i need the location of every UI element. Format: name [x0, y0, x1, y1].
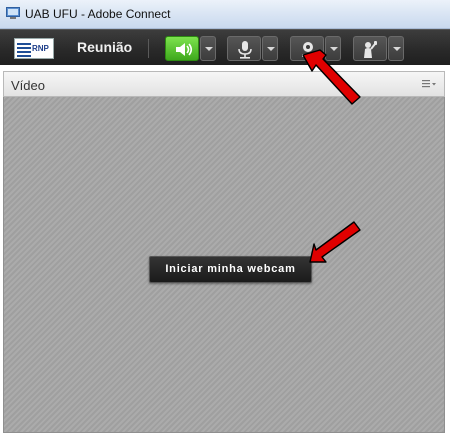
pod-options-icon[interactable] [420, 77, 438, 91]
video-pod-header: Vídeo [3, 71, 445, 97]
chevron-down-icon [393, 47, 401, 51]
toolbar-separator [148, 39, 149, 58]
start-webcam-button[interactable]: Iniciar minha webcam [149, 256, 312, 283]
speaker-button[interactable] [165, 36, 199, 61]
speaker-options-dropdown[interactable] [200, 36, 216, 61]
app-window: UAB UFU - Adobe Connect RNP Reunião Víde… [0, 0, 450, 437]
arrow-to-webcam-button [302, 49, 361, 105]
rnp-logo-text: RNP [32, 44, 49, 53]
app-window-icon [6, 7, 20, 19]
arrow-to-start-webcam [309, 221, 361, 263]
status-options-dropdown[interactable] [388, 36, 404, 61]
chevron-down-icon [205, 47, 213, 51]
window-title: UAB UFU - Adobe Connect [25, 7, 171, 21]
microphone-icon [238, 41, 252, 59]
connect-menu-bar: RNP Reunião [0, 29, 450, 65]
window-title-bar: UAB UFU - Adobe Connect [0, 0, 450, 29]
pod-title: Vídeo [11, 78, 45, 93]
rnp-logo: RNP [14, 38, 54, 59]
chevron-down-icon [267, 47, 275, 51]
microphone-button[interactable] [227, 36, 261, 61]
meeting-menu[interactable]: Reunião [77, 39, 132, 55]
speaker-icon [176, 43, 193, 56]
microphone-options-dropdown[interactable] [262, 36, 278, 61]
